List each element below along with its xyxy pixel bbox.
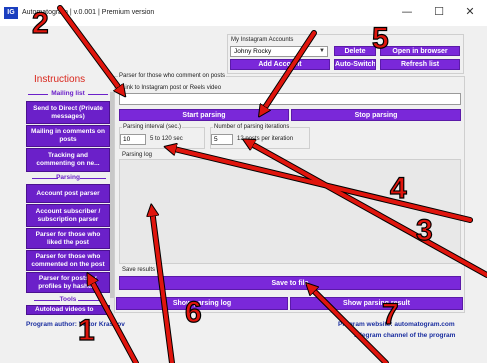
section-parsing: Parsing — [26, 174, 110, 182]
post-link-input[interactable] — [119, 93, 461, 105]
minimize-button[interactable]: — — [392, 3, 422, 21]
telegram-link[interactable]: Telegram channel of the program — [353, 332, 455, 339]
interval-label: Parsing interval (sec.) — [122, 124, 183, 131]
title-bar: IG Automatogram | v.0.001 | Premium vers… — [0, 0, 487, 26]
sidebar-item-tracking-commenting[interactable]: Tracking and commenting on ne... — [26, 148, 110, 172]
sidebar-item-hashtag-parser[interactable]: Parser for posts or profiles by hashtag — [26, 272, 110, 293]
iterations-label: Number of parsing iterations — [213, 124, 291, 131]
show-parsing-result-button[interactable]: Show parsing result — [290, 297, 463, 310]
open-in-browser-button[interactable]: Open in browser — [380, 46, 460, 56]
sidebar-item-post-parser[interactable]: Account post parser — [26, 184, 110, 203]
window-title: Automatogram | v.0.001 | Premium version — [22, 9, 155, 16]
sidebar-item-autoload-videos[interactable]: Autoload videos to — [26, 305, 110, 315]
account-select[interactable]: Johny Rocky ▼ — [230, 46, 328, 57]
sidebar-item-mailing-comments[interactable]: Mailing in comments on posts — [26, 125, 110, 147]
parsing-log-area[interactable] — [119, 159, 461, 264]
parsing-log-label: Parsing log — [121, 152, 154, 159]
auto-switch-button[interactable]: Auto-Switch — [334, 59, 376, 70]
start-parsing-button[interactable]: Start parsing — [119, 109, 289, 121]
save-results-label: Save results — [121, 267, 157, 274]
interval-input[interactable]: 10 — [120, 134, 146, 145]
section-tools: Tools — [26, 296, 110, 304]
accounts-group-label: My Instagram Accounts — [230, 37, 295, 44]
parser-group-label: Parser for those who comment on posts — [118, 73, 227, 80]
link-label: Link to Instagram post or Reels video — [121, 85, 223, 92]
divider — [80, 178, 106, 179]
divider — [88, 94, 108, 95]
app-window: IG Automatogram | v.0.001 | Premium vers… — [0, 0, 487, 363]
section-mailing-list: Mailing list — [26, 90, 110, 98]
iterations-input[interactable]: 5 — [211, 134, 233, 145]
add-account-button[interactable]: Add Account — [230, 59, 330, 70]
stop-parsing-button[interactable]: Stop parsing — [291, 109, 461, 121]
sidebar-item-commenters-parser[interactable]: Parser for those who commented on the po… — [26, 250, 110, 271]
maximize-button[interactable]: ☐ — [424, 3, 454, 21]
interval-hint: 5 to 120 sec — [150, 136, 183, 142]
close-button[interactable]: ✕ — [455, 3, 485, 21]
iterations-hint: 12 posts per iteration — [237, 136, 294, 142]
sidebar-item-likers-parser[interactable]: Parser for those who liked the post — [26, 228, 110, 249]
sidebar-item-subscriber-parser[interactable]: Account subscriber / subscription parser — [26, 204, 110, 227]
show-parsing-log-button[interactable]: Show parsing log — [116, 297, 288, 310]
instructions-link[interactable]: Instructions — [34, 74, 108, 85]
delete-account-button[interactable]: Delete — [334, 46, 376, 56]
refresh-list-button[interactable]: Refresh list — [380, 59, 460, 70]
app-logo-icon: IG — [4, 7, 18, 19]
chevron-down-icon: ▼ — [319, 48, 325, 54]
website-link[interactable]: Program website: automatogram.com — [338, 321, 455, 328]
account-select-value: Johny Rocky — [234, 48, 272, 55]
sidebar-item-send-direct[interactable]: Send to Direct (Private messages) — [26, 101, 110, 124]
divider — [78, 300, 104, 301]
author-link[interactable]: Program author: Victor Krasnov — [26, 321, 125, 328]
save-to-file-button[interactable]: Save to file — [119, 276, 461, 290]
annotation-number-1: 1 — [78, 314, 95, 347]
